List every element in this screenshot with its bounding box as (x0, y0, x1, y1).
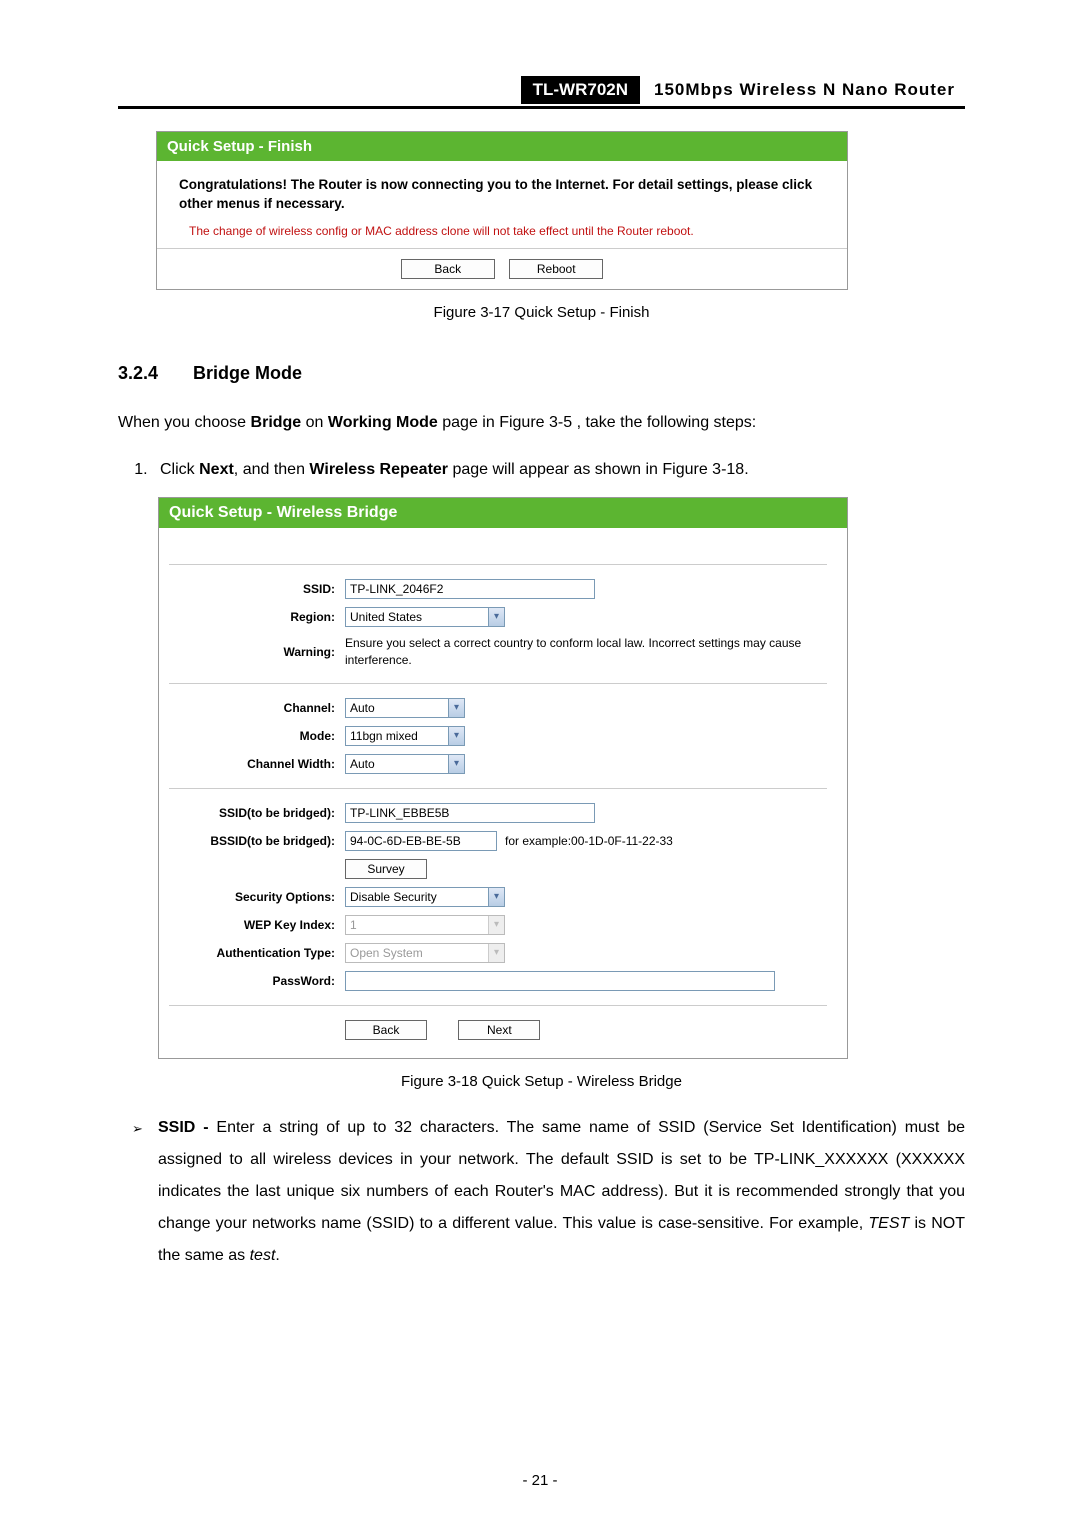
section-title: Bridge Mode (193, 363, 302, 383)
figure-caption-finish: Figure 3-17 Quick Setup - Finish (118, 304, 965, 321)
back-button[interactable]: Back (345, 1020, 427, 1040)
chevron-down-icon: ▾ (488, 608, 504, 626)
chevron-down-icon: ▾ (488, 944, 504, 962)
next-button[interactable]: Next (458, 1020, 540, 1040)
channel-width-select[interactable]: Auto ▾ (345, 754, 465, 774)
label-security: Security Options: (159, 890, 345, 904)
label-bssid-bridged: BSSID(to be bridged): (159, 834, 345, 848)
bssid-bridged-input[interactable] (345, 831, 497, 851)
congrats-text: Congratulations! The Router is now conne… (179, 176, 831, 214)
security-select[interactable]: Disable Security ▾ (345, 887, 505, 907)
quick-setup-bridge-panel: Quick Setup - Wireless Bridge SSID: Regi… (158, 497, 848, 1059)
label-channel: Channel: (159, 701, 345, 715)
label-password: PassWord: (159, 974, 345, 988)
section-number: 3.2.4 (118, 363, 188, 384)
ssid-input[interactable] (345, 579, 595, 599)
page-number: - 21 - (0, 1472, 1080, 1489)
chevron-down-icon: ▾ (488, 916, 504, 934)
model-box: TL-WR702N (521, 76, 640, 104)
label-warning: Warning: (159, 645, 345, 659)
password-input[interactable] (345, 971, 775, 991)
region-select[interactable]: United States ▾ (345, 607, 505, 627)
panel-title: Quick Setup - Wireless Bridge (159, 498, 847, 528)
chevron-down-icon: ▾ (488, 888, 504, 906)
bssid-example: for example:00-1D-0F-11-22-33 (505, 834, 673, 848)
label-region: Region: (159, 610, 345, 624)
step-list: Click Next, and then Wireless Repeater p… (118, 457, 965, 483)
label-channel-width: Channel Width: (159, 757, 345, 771)
ssid-bridged-input[interactable] (345, 803, 595, 823)
section-heading: 3.2.4 Bridge Mode (118, 363, 965, 384)
label-wep-key: WEP Key Index: (159, 918, 345, 932)
panel-title: Quick Setup - Finish (157, 132, 847, 162)
product-name: 150Mbps Wireless N Nano Router (640, 76, 965, 104)
chevron-down-icon: ▾ (448, 727, 464, 745)
warning-value: Ensure you select a correct country to c… (345, 635, 827, 669)
warning-text: The change of wireless config or MAC add… (179, 224, 831, 238)
chevron-down-icon: ▾ (448, 699, 464, 717)
doc-header: TL-WR702N 150Mbps Wireless N Nano Router (118, 76, 965, 109)
label-auth-type: Authentication Type: (159, 946, 345, 960)
chevron-down-icon: ▾ (448, 755, 464, 773)
figure-caption-bridge: Figure 3-18 Quick Setup - Wireless Bridg… (118, 1073, 965, 1090)
quick-setup-finish-panel: Quick Setup - Finish Congratulations! Th… (156, 131, 848, 290)
label-ssid: SSID: (159, 582, 345, 596)
step-item: Click Next, and then Wireless Repeater p… (152, 457, 965, 483)
channel-select[interactable]: Auto ▾ (345, 698, 465, 718)
intro-text: When you choose Bridge on Working Mode p… (118, 410, 965, 436)
label-mode: Mode: (159, 729, 345, 743)
survey-button[interactable]: Survey (345, 859, 427, 879)
bullet-ssid: ➢ SSID - Enter a string of up to 32 char… (118, 1112, 965, 1272)
wep-key-select: 1 ▾ (345, 915, 505, 935)
label-ssid-bridged: SSID(to be bridged): (159, 806, 345, 820)
auth-type-select: Open System ▾ (345, 943, 505, 963)
mode-select[interactable]: 11bgn mixed ▾ (345, 726, 465, 746)
back-button[interactable]: Back (401, 259, 495, 279)
reboot-button[interactable]: Reboot (509, 259, 603, 279)
bullet-mark: ➢ (132, 1112, 158, 1272)
